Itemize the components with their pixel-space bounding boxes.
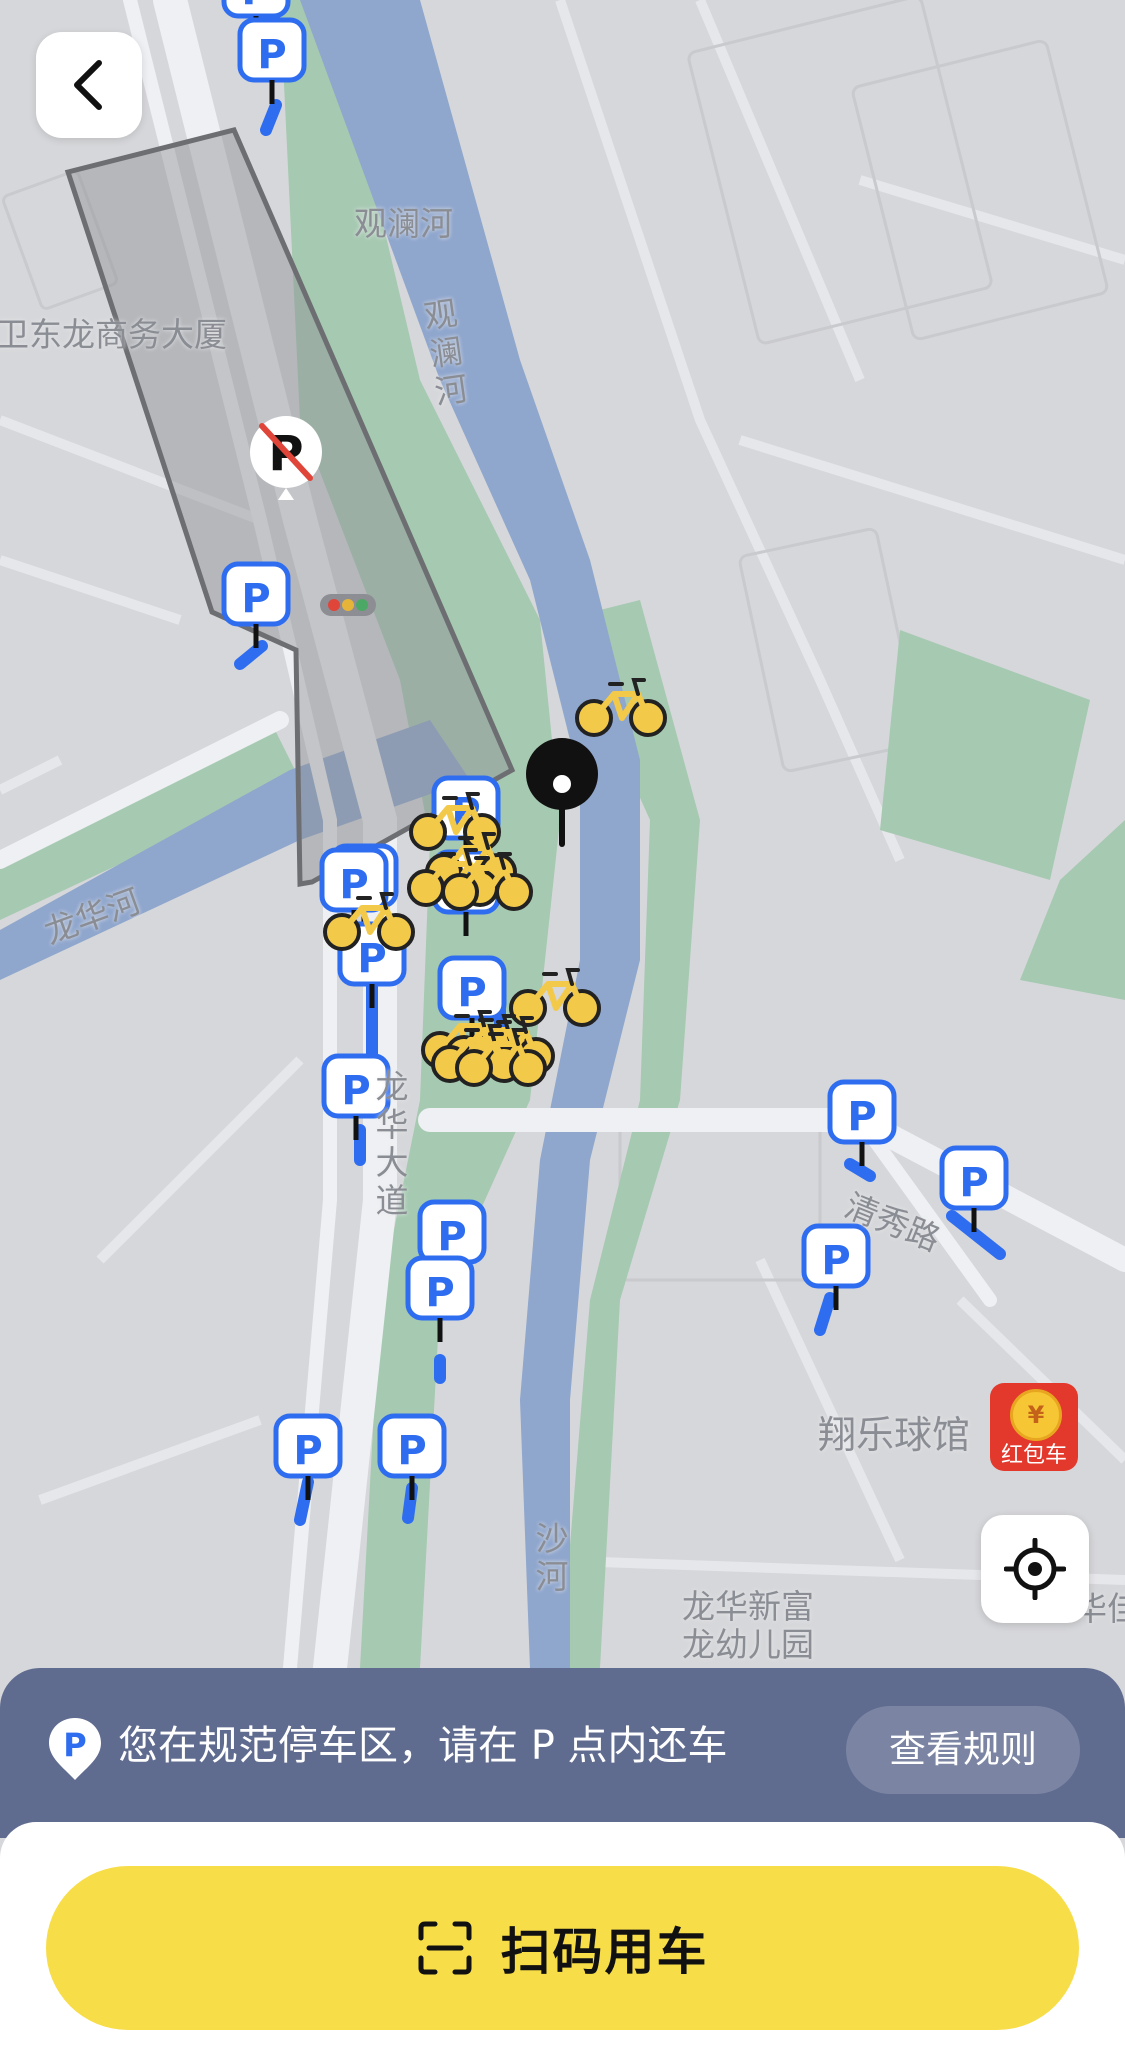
parking-zone-message: 您在规范停车区，请在 P 点内还车 xyxy=(118,1723,728,1769)
bottom-sheet: 扫码用车 xyxy=(0,1822,1125,2065)
scan-to-ride-button[interactable]: 扫码用车 xyxy=(46,1866,1079,2030)
scan-frame-icon xyxy=(418,1921,471,1975)
back-button[interactable] xyxy=(36,32,142,138)
map-label-river-guanlan: 观澜河 xyxy=(354,204,453,243)
crosshair-icon xyxy=(1004,1538,1066,1600)
map-label-road-longhua: 龙华大道 xyxy=(375,1067,409,1220)
svg-text:P: P xyxy=(63,1726,86,1764)
map-label-school-line2: 龙幼儿园 xyxy=(682,1625,814,1664)
chevron-left-icon xyxy=(74,60,102,110)
parking-pin-icon: P xyxy=(49,1718,101,1780)
coin-icon: ¥ xyxy=(1010,1389,1062,1441)
parking-zone-banner: P 您在规范停车区，请在 P 点内还车 查看规则 xyxy=(0,1668,1125,1838)
map-label-venue: 翔乐球馆 xyxy=(818,1413,971,1457)
view-rules-button[interactable]: 查看规则 xyxy=(846,1706,1080,1794)
red-packet-bike-promo[interactable]: ¥ 红包车 xyxy=(984,1375,1084,1473)
scan-to-ride-label: 扫码用车 xyxy=(500,1923,709,1981)
traffic-light-icon xyxy=(320,594,376,616)
red-packet-label: 红包车 xyxy=(1000,1443,1067,1468)
map-label-river-sha: 沙河 xyxy=(535,1519,569,1596)
map-label-building: 卫东龙商务大厦 xyxy=(0,315,227,354)
locate-me-button[interactable] xyxy=(981,1515,1089,1623)
